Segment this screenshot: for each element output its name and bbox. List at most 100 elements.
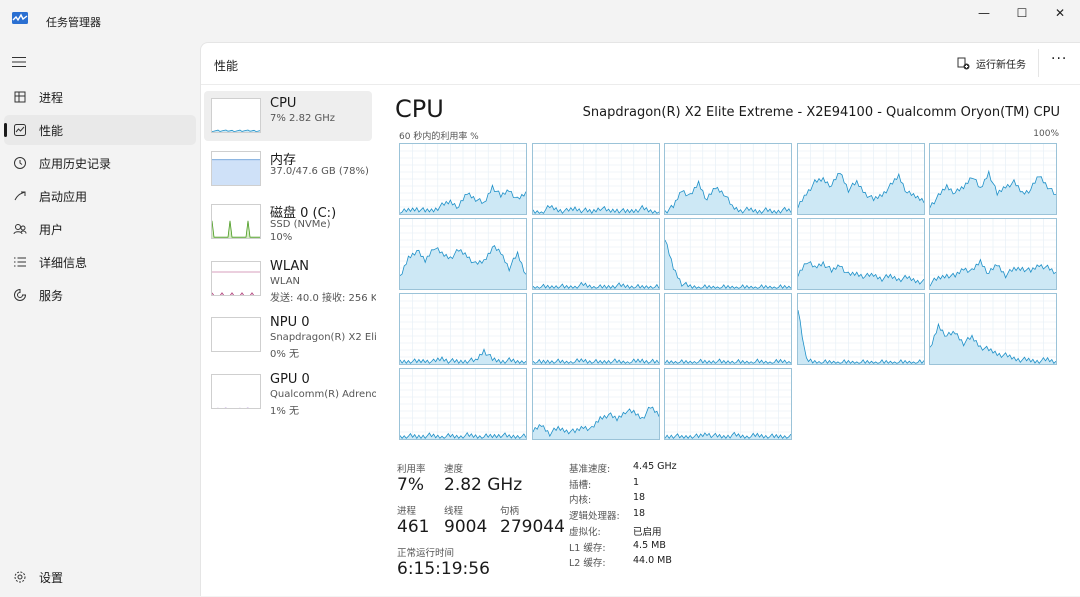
device-thumbnail-svg: [212, 129, 260, 132]
close-icon: ✕: [1054, 6, 1066, 20]
detail-key: 虚拟化:: [569, 526, 601, 538]
core-graph-13: [796, 293, 925, 365]
services-icon: [12, 287, 28, 303]
core-graph-16: [531, 368, 660, 440]
core-graph-svg: [930, 294, 1056, 364]
core-graph-10: [399, 293, 527, 365]
core-graph-svg: [665, 294, 791, 364]
detail-value: 18: [633, 492, 646, 504]
core-graph-svg: [665, 369, 791, 439]
utilization-value: 7%: [397, 475, 424, 495]
detail-value: 已启用: [633, 526, 662, 538]
sidebar-item-settings[interactable]: 设置: [4, 562, 196, 592]
app-title: 任务管理器: [46, 16, 101, 29]
run-new-task-button[interactable]: 运行新任务: [957, 56, 1026, 71]
core-graph-svg: [665, 144, 791, 214]
device-thumbnail-graph: [211, 261, 261, 296]
sidebar-item-services[interactable]: 服务: [4, 280, 196, 310]
core-graph-svg: [797, 294, 924, 364]
core-graph-svg: [797, 144, 924, 214]
minimize-icon: —: [978, 6, 990, 20]
device-item-4[interactable]: NPU 0 Snapdragon(R) X2 Elite Extreme NPU 0…: [204, 310, 376, 360]
core-graph-12: [664, 293, 792, 365]
device-detail-line: 37.0/47.6 GB (78%): [270, 166, 369, 177]
device-thumbnail-graph: [211, 317, 261, 352]
detail-key: L2 缓存:: [569, 558, 606, 570]
close-button[interactable]: ✕: [1040, 0, 1080, 26]
run-new-task-label: 运行新任务: [976, 60, 1026, 71]
device-item-5[interactable]: GPU 0 Qualcomm(R) Adreno(TM) GPU 1% 无: [204, 367, 376, 417]
uptime-value: 6:15:19:56: [397, 559, 490, 579]
processes-value: 461: [397, 517, 430, 537]
device-detail-line: WLAN: [270, 276, 301, 287]
detail-value: 4.5 MB: [633, 539, 666, 551]
hamburger-menu-icon[interactable]: [12, 56, 26, 68]
run-task-icon: [957, 57, 970, 70]
core-graph-15: [399, 368, 527, 440]
device-thumbnail-svg: [212, 220, 260, 238]
sidebar-item-app-history[interactable]: 应用历史记录: [4, 148, 196, 178]
sidebar-item-processes[interactable]: 进程: [4, 82, 196, 112]
sidebar-item-performance[interactable]: 性能: [4, 115, 196, 145]
device-thumbnail-svg: [225, 350, 249, 351]
device-list: CPU 7% 2.82 GHz 内存 37.0/47.6 GB (78%) 磁盘 0 (…: [201, 87, 381, 597]
device-item-1[interactable]: 内存 37.0/47.6 GB (78%): [204, 144, 372, 194]
device-graph-area: [212, 220, 260, 238]
device-detail-line: SSD (NVMe): [270, 219, 331, 230]
uptime-label: 正常运行时间: [397, 548, 455, 559]
core-graph-2: [664, 143, 792, 215]
core-graph-svg: [532, 294, 659, 364]
detail-key: 逻辑处理器:: [569, 511, 620, 523]
detail-key: 基准速度:: [569, 464, 611, 475]
core-graph-svg: [400, 144, 526, 214]
sidebar-item-label: 用户: [39, 222, 64, 237]
startup-apps-icon: [12, 188, 28, 204]
core-graph-svg: [532, 369, 659, 439]
maximize-button[interactable]: ☐: [1002, 0, 1042, 26]
core-graph-11: [531, 293, 660, 365]
details-icon: [12, 254, 28, 270]
sidebar-item-label: 服务: [39, 288, 64, 303]
threads-label: 线程: [444, 506, 464, 517]
device-detail-line: 10%: [270, 232, 293, 243]
more-options-icon[interactable]: ···: [1051, 51, 1067, 67]
active-indicator: [4, 123, 7, 137]
device-item-0[interactable]: CPU 7% 2.82 GHz: [204, 91, 372, 141]
performance-icon: [12, 122, 28, 138]
sidebar-item-startup-apps[interactable]: 启动应用: [4, 181, 196, 211]
minimize-button[interactable]: —: [964, 0, 1004, 26]
sidebar-item-users[interactable]: 用户: [4, 214, 196, 244]
threads-value: 9004: [444, 517, 488, 537]
page-title: 性能: [214, 59, 239, 73]
detail-value: 4.45 GHz: [633, 461, 677, 472]
sidebar-item-label: 性能: [39, 123, 64, 138]
sidebar-item-label: 进程: [39, 90, 64, 105]
device-item-3[interactable]: WLAN WLAN 发送: 40.0 接收: 256 Kbps: [204, 254, 376, 304]
device-thumbnail-graph: [211, 204, 261, 239]
speed-label: 速度: [444, 464, 464, 475]
sidebar-item-details[interactable]: 详细信息: [4, 247, 196, 277]
core-graph-9: [929, 218, 1057, 290]
main-panel: 性能 运行新任务 ··· CPU 7% 2.82 GHz 内存 37.0/47.6 G…: [200, 42, 1080, 596]
graph-max-label: 100%: [1033, 129, 1059, 139]
core-graph-6: [531, 218, 660, 290]
device-item-2[interactable]: 磁盘 0 (C:) SSD (NVMe) 10%: [204, 197, 372, 247]
core-graph-svg: [400, 219, 526, 289]
core-graph-3: [796, 143, 925, 215]
core-graph-svg: [930, 219, 1056, 289]
detail-value: 18: [633, 508, 646, 520]
speed-value: 2.82 GHz: [444, 475, 523, 495]
cpu-model-name: Snapdragon(R) X2 Elite Extreme - X2E9410…: [582, 105, 1060, 120]
device-thumbnail-graph: [211, 98, 261, 133]
sidebar-item-label: 应用历史记录: [39, 156, 112, 171]
handles-value: 279044: [500, 517, 565, 537]
core-graph-svg: [665, 219, 791, 289]
core-graph-svg: [400, 369, 526, 439]
device-thumbnail-svg: [212, 159, 260, 185]
device-detail-line: 1% 无: [270, 406, 300, 417]
core-graph-svg: [532, 144, 659, 214]
task-manager-app-icon: [12, 12, 28, 24]
page-header: 性能 运行新任务 ···: [201, 43, 1080, 85]
detail-value: 1: [633, 476, 640, 488]
device-detail-line: Snapdragon(R) X2 Elite Extreme NPU: [270, 332, 376, 343]
